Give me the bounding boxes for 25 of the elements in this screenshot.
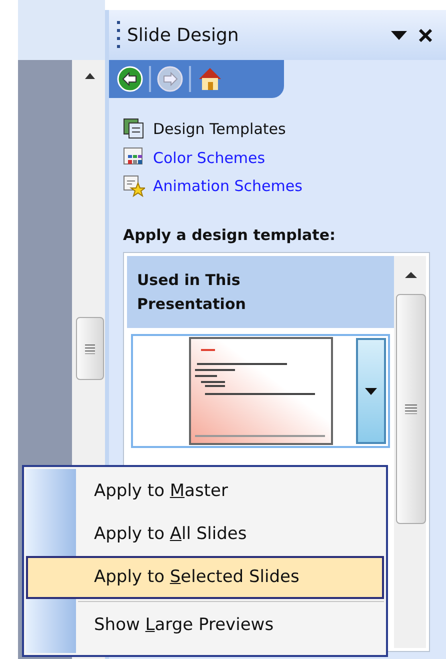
templates-icon (123, 118, 145, 140)
drag-handle-icon[interactable] (117, 21, 121, 49)
scroll-thumb[interactable] (396, 294, 426, 524)
menu-item[interactable]: Apply to Selected Slides (26, 556, 384, 599)
dropdown-icon[interactable] (391, 30, 407, 40)
menu-item[interactable]: Apply to All Slides (26, 513, 384, 556)
close-icon[interactable] (419, 28, 432, 42)
gallery-group-heading: Used in This Presentation (127, 256, 394, 328)
current-task-label[interactable]: Design Templates (153, 118, 286, 140)
star-document-icon (123, 175, 145, 198)
template-dropdown-button[interactable] (356, 338, 386, 444)
section-heading: Apply a design template: (123, 224, 337, 246)
caret-icon (365, 388, 377, 394)
scroll-up-icon[interactable] (405, 272, 417, 278)
menu-item[interactable]: Apply to Master (26, 470, 384, 513)
pane-title: Slide Design (127, 24, 239, 48)
menu-item[interactable]: Show Large Previews (26, 604, 384, 647)
home-icon[interactable] (197, 66, 223, 92)
task-link[interactable]: Color Schemes (153, 146, 266, 169)
template-thumbnail[interactable] (131, 334, 390, 448)
task-link[interactable]: Animation Schemes (153, 175, 302, 198)
scroll-thumb[interactable] (76, 317, 104, 380)
grip-icon (85, 344, 95, 354)
scroll-up-icon[interactable] (85, 73, 95, 79)
grip-icon (405, 404, 417, 414)
